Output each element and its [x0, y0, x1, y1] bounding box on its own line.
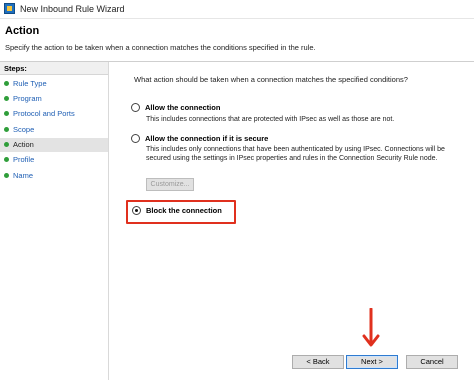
sidebar-item-name[interactable]: Name: [0, 169, 108, 183]
sidebar-item-label: Protocol and Ports: [13, 109, 75, 118]
back-button[interactable]: < Back: [292, 355, 344, 369]
customize-button[interactable]: Customize...: [146, 178, 194, 191]
sidebar-item-action[interactable]: Action: [0, 138, 108, 152]
sidebar-item-label: Program: [13, 94, 42, 103]
action-question: What action should be taken when a conne…: [134, 75, 408, 84]
block-connection-radio[interactable]: [132, 206, 141, 215]
step-complete-icon: [4, 127, 9, 132]
allow-if-secure-description: This includes only connections that have…: [146, 146, 445, 162]
step-complete-icon: [4, 142, 9, 147]
sidebar-item-profile[interactable]: Profile: [0, 153, 108, 167]
sidebar-item-label: Scope: [13, 125, 35, 134]
wizard-header: Action Specify the action to be taken wh…: [0, 19, 474, 62]
sidebar-item-rule-type[interactable]: Rule Type: [0, 77, 108, 91]
action-panel: What action should be taken when a conne…: [109, 62, 474, 380]
allow-if-secure-label[interactable]: Allow the connection if it is secure: [145, 134, 268, 143]
page-description: Specify the action to be taken when a co…: [5, 43, 316, 52]
step-complete-icon: [4, 157, 9, 162]
firewall-wizard-icon: [4, 3, 15, 14]
allow-connection-description: This includes connections that are prote…: [146, 116, 395, 123]
step-complete-icon: [4, 81, 9, 86]
step-complete-icon: [4, 96, 9, 101]
allow-if-secure-radio[interactable]: [131, 134, 140, 143]
next-button[interactable]: Next >: [346, 355, 398, 369]
cancel-button[interactable]: Cancel: [406, 355, 458, 369]
sidebar-item-protocol-and-ports[interactable]: Protocol and Ports: [0, 107, 108, 121]
allow-connection-label[interactable]: Allow the connection: [145, 103, 220, 112]
annotation-arrow-icon: [362, 308, 380, 347]
steps-label: Steps:: [4, 64, 27, 73]
steps-sidebar: Steps: Rule Type Program Protocol and Po…: [0, 62, 109, 380]
step-complete-icon: [4, 111, 9, 116]
page-title: Action: [5, 25, 40, 37]
title-bar: New Inbound Rule Wizard: [0, 0, 474, 19]
sidebar-item-scope[interactable]: Scope: [0, 123, 108, 137]
sidebar-item-label: Rule Type: [13, 79, 47, 88]
step-complete-icon: [4, 173, 9, 178]
sidebar-item-label: Action: [13, 140, 34, 149]
sidebar-item-label: Profile: [13, 155, 35, 164]
sidebar-item-program[interactable]: Program: [0, 92, 108, 106]
window-title: New Inbound Rule Wizard: [20, 4, 125, 14]
sidebar-item-label: Name: [13, 171, 34, 180]
allow-connection-radio[interactable]: [131, 103, 140, 112]
steps-header: Steps:: [0, 62, 108, 75]
block-connection-label[interactable]: Block the connection: [146, 206, 222, 215]
